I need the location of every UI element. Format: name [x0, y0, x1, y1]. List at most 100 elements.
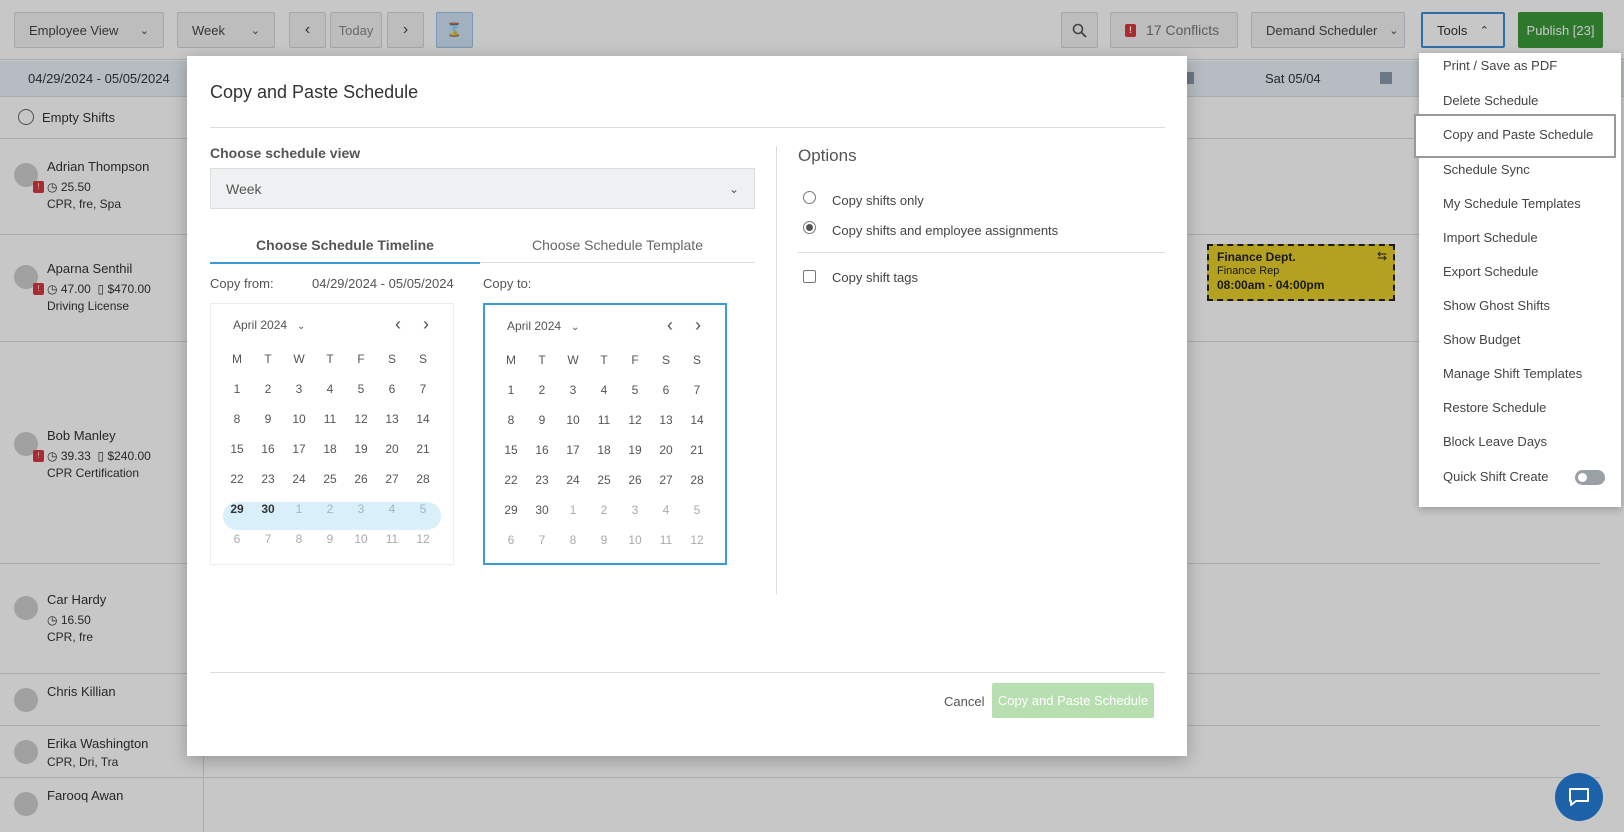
calendar-day[interactable]: 3 — [349, 502, 373, 516]
copy-shifts-assignments-radio[interactable] — [803, 221, 816, 234]
calendar-day[interactable]: 4 — [380, 502, 404, 516]
menu-item[interactable]: Export Schedule — [1443, 264, 1538, 279]
calendar-day[interactable]: 12 — [685, 533, 709, 547]
menu-item[interactable]: Restore Schedule — [1443, 400, 1546, 415]
calendar-day[interactable]: 28 — [411, 472, 435, 486]
chevron-left-icon[interactable]: ‹ — [395, 314, 401, 335]
calendar-day[interactable]: 11 — [654, 533, 678, 547]
calendar-day[interactable]: 15 — [225, 442, 249, 456]
calendar-day[interactable]: 13 — [654, 413, 678, 427]
calendar-day[interactable]: 12 — [349, 412, 373, 426]
calendar-day[interactable]: 9 — [530, 413, 554, 427]
calendar-day[interactable]: 14 — [411, 412, 435, 426]
calendar-day[interactable]: 13 — [380, 412, 404, 426]
calendar-day[interactable]: 10 — [287, 412, 311, 426]
calendar-day[interactable]: 12 — [411, 532, 435, 546]
calendar-day[interactable]: 19 — [349, 442, 373, 456]
copy-shifts-only-label[interactable]: Copy shifts only — [832, 193, 924, 208]
menu-item[interactable]: Show Ghost Shifts — [1443, 298, 1550, 313]
calendar-day[interactable]: 27 — [380, 472, 404, 486]
calendar-day[interactable]: 19 — [623, 443, 647, 457]
calendar-day[interactable]: 18 — [318, 442, 342, 456]
menu-item[interactable]: Print / Save as PDF — [1443, 58, 1557, 73]
calendar-day[interactable]: 23 — [530, 473, 554, 487]
menu-item[interactable]: Block Leave Days — [1443, 434, 1547, 449]
menu-item[interactable]: Copy and Paste Schedule — [1443, 127, 1593, 142]
calendar-day[interactable]: 2 — [530, 383, 554, 397]
calendar-day[interactable]: 3 — [287, 382, 311, 396]
calendar-day[interactable]: 22 — [499, 473, 523, 487]
menu-item[interactable]: Show Budget — [1443, 332, 1520, 347]
calendar-day[interactable]: 7 — [256, 532, 280, 546]
calendar-day[interactable]: 8 — [499, 413, 523, 427]
copy-shift-tags-label[interactable]: Copy shift tags — [832, 270, 918, 285]
tab-schedule-template[interactable]: Choose Schedule Template — [480, 237, 755, 261]
calendar-day[interactable]: 1 — [561, 503, 585, 517]
calendar-day[interactable]: 5 — [349, 382, 373, 396]
calendar-day[interactable]: 20 — [654, 443, 678, 457]
calendar-day[interactable]: 23 — [256, 472, 280, 486]
calendar-day[interactable]: 7 — [411, 382, 435, 396]
calendar-day[interactable]: 20 — [380, 442, 404, 456]
calendar-day[interactable]: 2 — [256, 382, 280, 396]
calendar-day[interactable]: 14 — [685, 413, 709, 427]
calendar-day[interactable]: 25 — [318, 472, 342, 486]
calendar-day[interactable]: 27 — [654, 473, 678, 487]
month-select[interactable]: April 2024 ⌄ — [233, 318, 305, 332]
calendar-day[interactable]: 29 — [499, 503, 523, 517]
cancel-button[interactable]: Cancel — [944, 694, 984, 709]
calendar-day[interactable]: 30 — [256, 502, 280, 516]
calendar-day[interactable]: 4 — [318, 382, 342, 396]
calendar-day[interactable]: 26 — [623, 473, 647, 487]
calendar-day[interactable]: 11 — [318, 412, 342, 426]
calendar-day[interactable]: 10 — [561, 413, 585, 427]
calendar-day[interactable]: 1 — [225, 382, 249, 396]
calendar-day[interactable]: 5 — [685, 503, 709, 517]
chevron-right-icon[interactable]: › — [695, 315, 701, 336]
menu-item[interactable]: Manage Shift Templates — [1443, 366, 1582, 381]
calendar-day[interactable]: 12 — [623, 413, 647, 427]
menu-item[interactable]: Schedule Sync — [1443, 162, 1530, 177]
calendar-day[interactable]: 24 — [287, 472, 311, 486]
calendar-day[interactable]: 6 — [654, 383, 678, 397]
calendar-day[interactable]: 10 — [349, 532, 373, 546]
calendar-day[interactable]: 4 — [654, 503, 678, 517]
calendar-day[interactable]: 16 — [530, 443, 554, 457]
calendar-day[interactable]: 2 — [318, 502, 342, 516]
calendar-day[interactable]: 17 — [287, 442, 311, 456]
schedule-view-select[interactable]: Week ⌄ — [210, 168, 755, 209]
calendar-day[interactable]: 21 — [411, 442, 435, 456]
calendar-day[interactable]: 15 — [499, 443, 523, 457]
calendar-day[interactable]: 29 — [225, 502, 249, 516]
calendar-day[interactable]: 10 — [623, 533, 647, 547]
calendar-day[interactable]: 6 — [380, 382, 404, 396]
calendar-day[interactable]: 25 — [592, 473, 616, 487]
calendar-day[interactable]: 3 — [623, 503, 647, 517]
calendar-day[interactable]: 8 — [287, 532, 311, 546]
calendar-day[interactable]: 11 — [380, 532, 404, 546]
calendar-day[interactable]: 9 — [592, 533, 616, 547]
calendar-day[interactable]: 9 — [256, 412, 280, 426]
calendar-day[interactable]: 17 — [561, 443, 585, 457]
calendar-day[interactable]: 16 — [256, 442, 280, 456]
month-select[interactable]: April 2024 ⌄ — [507, 319, 579, 333]
calendar-day[interactable]: 3 — [561, 383, 585, 397]
calendar-day[interactable]: 8 — [225, 412, 249, 426]
calendar-day[interactable]: 4 — [592, 383, 616, 397]
copy-shifts-assignments-label[interactable]: Copy shifts and employee assignments — [832, 223, 1058, 238]
chat-button[interactable] — [1555, 773, 1603, 821]
tab-schedule-timeline[interactable]: Choose Schedule Timeline — [210, 237, 480, 261]
calendar-day[interactable]: 11 — [592, 413, 616, 427]
chevron-right-icon[interactable]: › — [423, 314, 429, 335]
copy-paste-submit-button[interactable]: Copy and Paste Schedule — [992, 683, 1154, 718]
menu-item[interactable]: Quick Shift Create — [1443, 469, 1605, 485]
calendar-day[interactable]: 26 — [349, 472, 373, 486]
calendar-day[interactable]: 5 — [623, 383, 647, 397]
calendar-day[interactable]: 6 — [499, 533, 523, 547]
calendar-day[interactable]: 7 — [530, 533, 554, 547]
calendar-day[interactable]: 24 — [561, 473, 585, 487]
calendar-day[interactable]: 18 — [592, 443, 616, 457]
calendar-day[interactable]: 1 — [499, 383, 523, 397]
chevron-left-icon[interactable]: ‹ — [667, 315, 673, 336]
calendar-day[interactable]: 5 — [411, 502, 435, 516]
